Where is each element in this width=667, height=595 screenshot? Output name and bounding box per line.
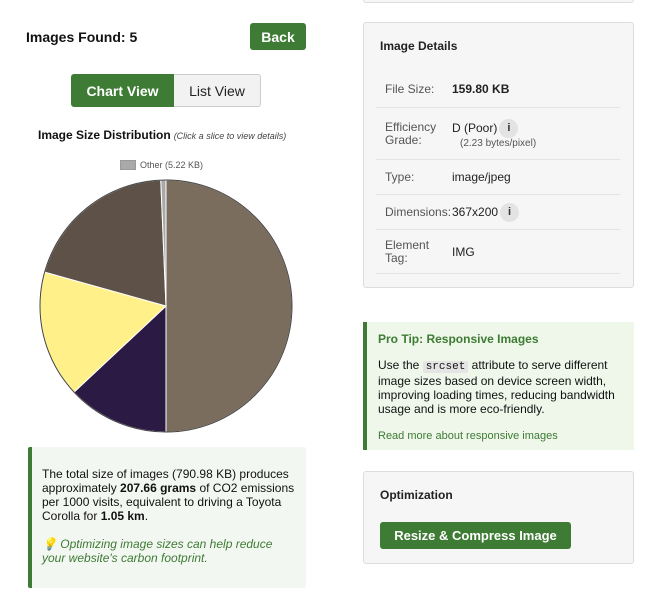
pie-slice-1[interactable] (165, 179, 293, 433)
dimensions-cell: 367x200 i (452, 202, 520, 222)
bytes-per-pixel-note: (2.23 bytes/pixel) (460, 137, 537, 149)
srcset-code: srcset (422, 361, 469, 373)
grade-info-icon[interactable]: i (499, 118, 519, 138)
lightbulb-icon: 💡 (42, 537, 57, 551)
detail-row-efficiency: Efficiency Grade: D (Poor) i (2.23 bytes/… (376, 108, 620, 160)
optimization-title: Optimization (380, 488, 453, 502)
detail-row-type: Type: image/jpeg (376, 160, 620, 195)
resize-compress-button[interactable]: Resize & Compress Image (380, 522, 571, 549)
file-size-label: File Size: (385, 81, 435, 96)
carbon-info-box: The total size of images (790.98 KB) pro… (28, 447, 306, 588)
detail-row-element-tag: Element Tag: IMG (376, 230, 620, 274)
back-button[interactable]: Back (250, 23, 306, 50)
pro-tip-box: Pro Tip: Responsive Images Use the srcse… (363, 322, 634, 450)
pro-tip-title: Pro Tip: Responsive Images (378, 332, 539, 346)
legend-label-other: Other (5.22 KB) (140, 160, 204, 170)
images-found-count: Images Found: 5 (26, 29, 138, 45)
detail-row-file-size: File Size: 159.80 KB (376, 71, 620, 108)
element-tag-value: IMG (452, 244, 475, 259)
optimization-card: Optimization Resize & Compress Image (363, 471, 634, 564)
efficiency-grade-label: Efficiency Grade: (385, 119, 437, 147)
carbon-tip: 💡 Optimizing image sizes can help reduce… (42, 537, 296, 565)
details-panel: Image Details File Size: 159.80 KB Effic… (363, 0, 635, 595)
efficiency-grade-cell: D (Poor) i (2.23 bytes/pixel) (452, 118, 537, 149)
image-details-card: Image Details File Size: 159.80 KB Effic… (363, 22, 634, 288)
dimensions-label: Dimensions: (385, 204, 452, 219)
carbon-info-text: The total size of images (790.98 KB) pro… (42, 467, 296, 523)
efficiency-grade-line: D (Poor) i (452, 118, 536, 138)
chart-legend[interactable]: Other (5.22 KB) (120, 160, 203, 170)
carbon-tip-text: Optimizing image sizes can help reduce y… (42, 537, 273, 565)
chart-hint: (Click a slice to view details) (173, 131, 287, 141)
file-size-value: 159.80 KB (452, 82, 510, 96)
previous-card-edge (363, 0, 634, 3)
element-tag-label: Element Tag: (385, 237, 430, 265)
image-size-pie-chart[interactable] (38, 178, 294, 434)
chart-title: Image Size Distribution (Click a slice to… (38, 128, 286, 142)
detail-row-dimensions: Dimensions: 367x200 i (376, 195, 620, 230)
dimensions-value: 367x200 (452, 205, 499, 219)
carbon-grams: 207.66 grams (120, 481, 197, 495)
pro-tip-text-1: Use the (378, 358, 423, 372)
carbon-text-3: . (144, 509, 149, 523)
responsive-images-link[interactable]: Read more about responsive images (378, 430, 624, 442)
view-toggle: Chart View List View (71, 74, 261, 107)
chart-title-text: Image Size Distribution (38, 128, 171, 142)
dimensions-info-icon[interactable]: i (500, 202, 520, 222)
image-list-panel: Images Found: 5 Back Chart View List Vie… (0, 0, 330, 595)
list-view-button[interactable]: List View (174, 74, 261, 107)
chart-view-button[interactable]: Chart View (71, 74, 174, 107)
carbon-km: 1.05 km (100, 509, 145, 523)
legend-swatch-other (120, 160, 136, 170)
image-details-rows: File Size: 159.80 KB Efficiency Grade: D… (376, 71, 620, 274)
type-value: image/jpeg (452, 170, 511, 184)
image-details-title: Image Details (380, 39, 458, 53)
pro-tip-text: Use the srcset attribute to serve differ… (378, 358, 624, 416)
efficiency-grade-value: D (Poor) (452, 121, 498, 135)
type-label: Type: (385, 169, 415, 184)
